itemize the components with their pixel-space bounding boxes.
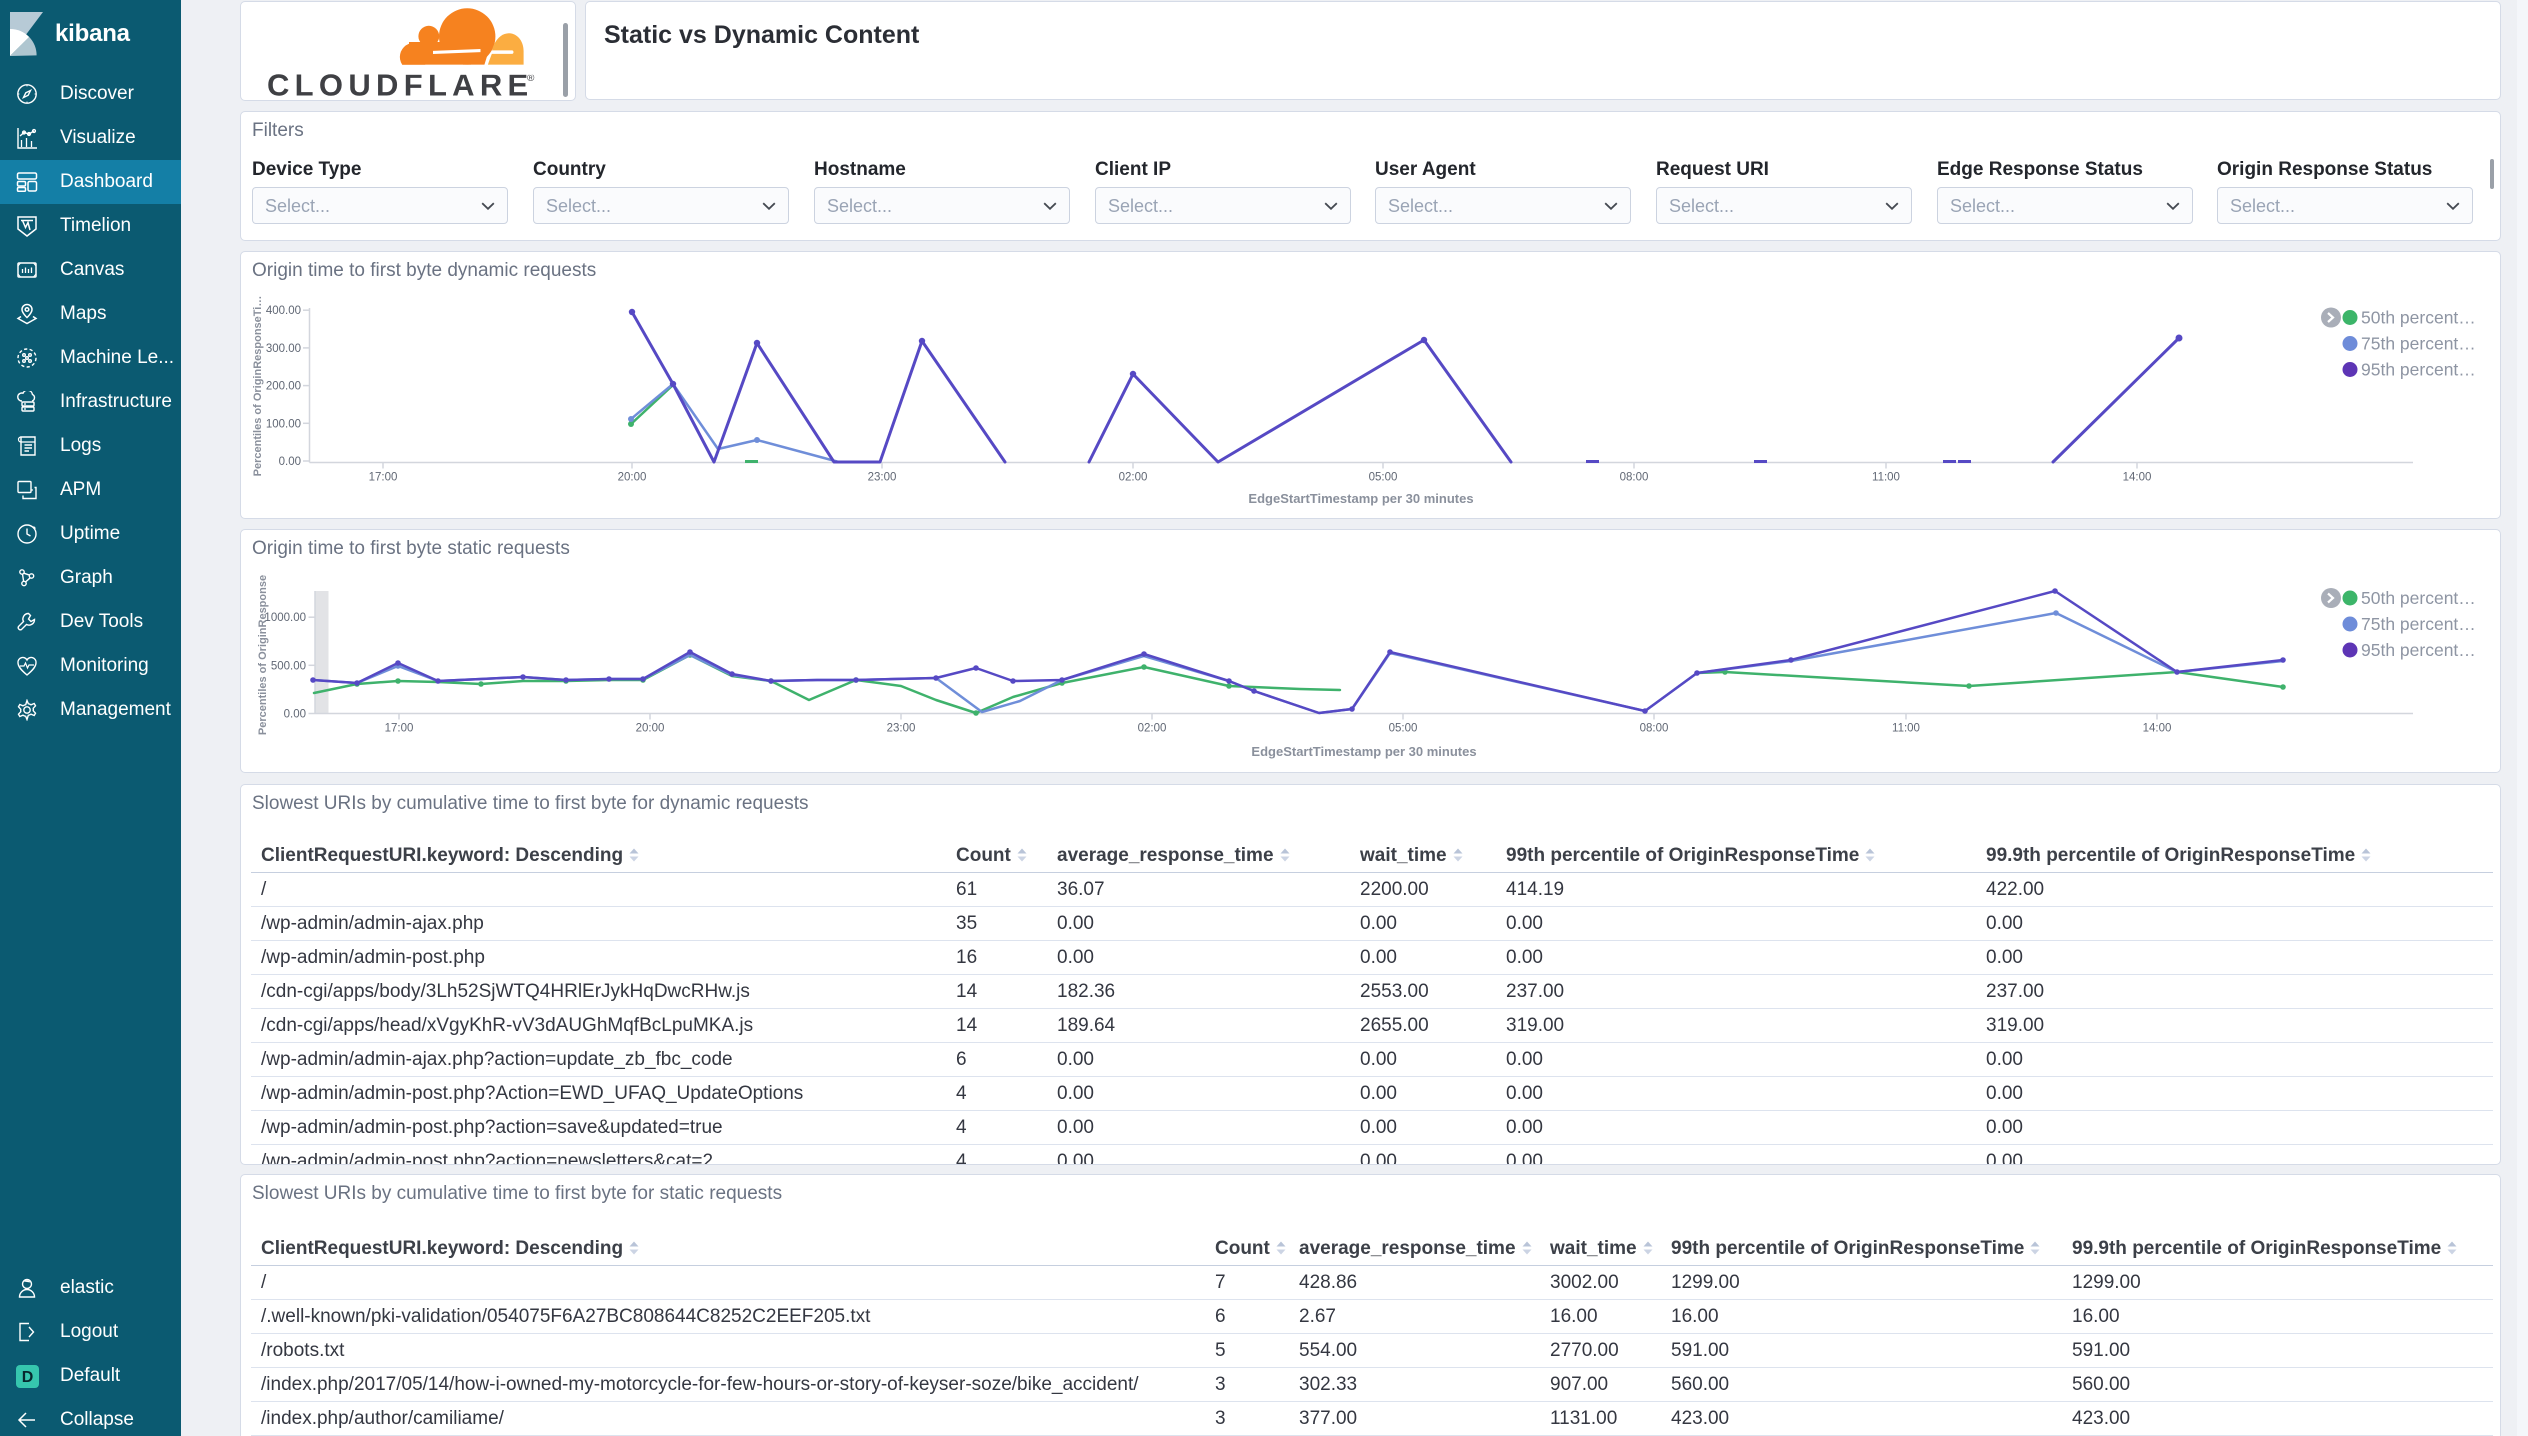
svg-text:D: D — [22, 1369, 34, 1386]
